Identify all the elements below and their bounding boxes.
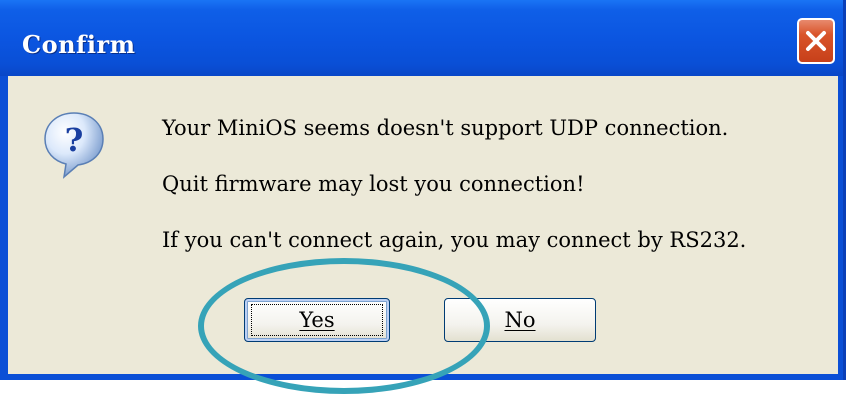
no-button-label: No xyxy=(504,308,536,332)
dialog-body: ? Your MiniOS seems doesn't support UDP … xyxy=(8,76,838,374)
confirm-dialog: Confirm ? Your MiniOS seems doesn't supp… xyxy=(0,0,846,380)
svg-text:?: ? xyxy=(65,121,84,159)
dialog-title: Confirm xyxy=(22,30,136,59)
message-line-2: Quit firmware may lost you connection! xyxy=(162,172,585,196)
no-button[interactable]: No xyxy=(444,298,596,342)
title-bar[interactable]: Confirm xyxy=(0,0,843,76)
focus-rectangle xyxy=(251,304,383,336)
close-icon xyxy=(806,31,826,51)
message-line-1: Your MiniOS seems doesn't support UDP co… xyxy=(162,116,729,140)
close-button[interactable] xyxy=(797,18,835,64)
message-line-3: If you can't connect again, you may conn… xyxy=(162,228,747,252)
yes-button[interactable]: Yes xyxy=(244,298,390,342)
question-icon: ? xyxy=(44,112,104,179)
